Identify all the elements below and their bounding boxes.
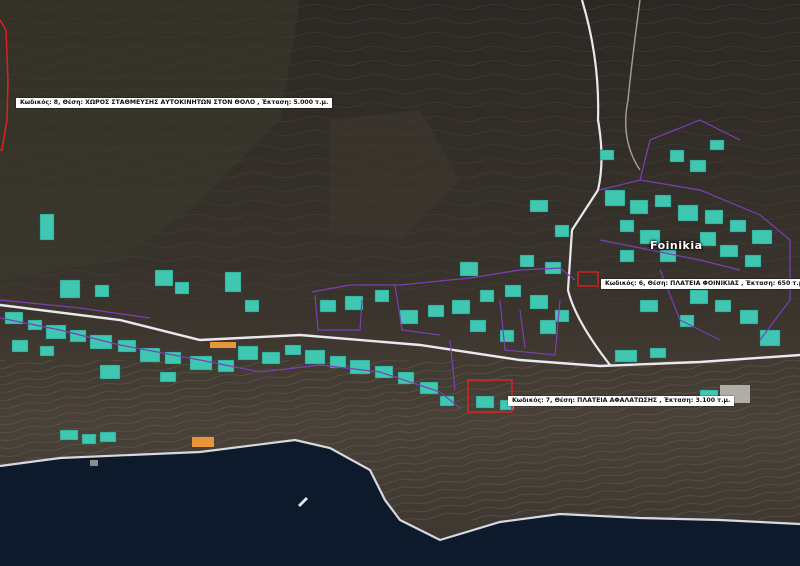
site-7-label: Κωδικός: 7, Θέση: ΠΛΑΤΕΙΑ ΑΦΑΛΑΤΩΣΗΣ , Έ… (508, 396, 735, 407)
orange-marker (210, 342, 236, 348)
town-label: Foinikia (650, 239, 703, 252)
site-8-label: Κωδικός: 8, Θέση: ΧΩΡΟΣ ΣΤΑΘΜΕΥΣΗΣ ΑΥΤΟΚ… (16, 98, 333, 109)
orange-marker (192, 437, 214, 447)
map-view[interactable]: Κωδικός: 8, Θέση: ΧΩΡΟΣ ΣΤΑΘΜΕΥΣΗΣ ΑΥΤΟΚ… (0, 0, 800, 566)
harbor (90, 460, 98, 466)
site-6-label: Κωδικός: 6, Θέση: ΠΛΑΤΕΙΑ ΦΟΙΝΙΚΙΑΣ , Έκ… (601, 279, 800, 290)
